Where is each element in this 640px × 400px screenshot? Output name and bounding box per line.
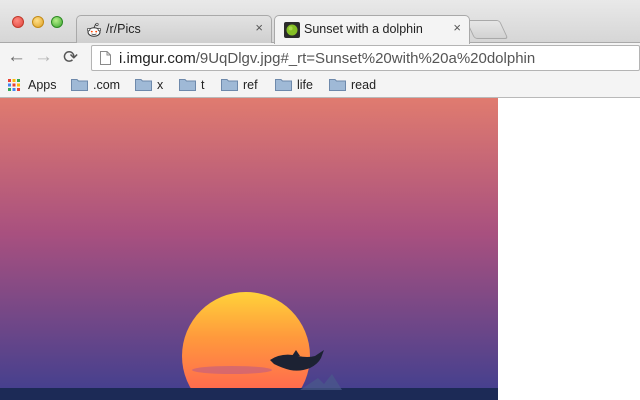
reddit-alien-icon xyxy=(86,22,102,37)
new-tab-button[interactable] xyxy=(465,20,509,39)
folder-icon xyxy=(329,79,346,91)
sea xyxy=(0,388,498,400)
url-text[interactable]: i.imgur.com/9UqDlgv.jpg#_rt=Sunset%20wit… xyxy=(119,50,535,67)
close-window-button[interactable] xyxy=(12,16,24,28)
zoom-window-button[interactable] xyxy=(51,16,63,28)
apps-shortcut[interactable]: Apps xyxy=(8,77,60,93)
sunset-dolphin-image[interactable] xyxy=(0,98,498,400)
tab-close-icon[interactable]: × xyxy=(453,20,461,35)
folder-icon xyxy=(221,79,238,91)
bookmark-label: x xyxy=(157,78,164,92)
tab-close-icon[interactable]: × xyxy=(255,20,263,35)
tab-title: /r/Pics xyxy=(106,22,141,36)
folder-icon xyxy=(179,79,196,91)
bookmark-label: .com xyxy=(93,78,121,92)
apps-grid-icon xyxy=(8,79,20,91)
bookmark-label: life xyxy=(297,78,313,92)
minimize-window-button[interactable] xyxy=(32,16,44,28)
page-icon xyxy=(100,51,111,65)
bookmark-folder-x[interactable]: x xyxy=(135,77,167,93)
tab-sunset-dolphin[interactable]: Sunset with a dolphin × xyxy=(274,15,470,44)
reload-icon[interactable]: ⟳ xyxy=(63,47,78,67)
bookmark-label: ref xyxy=(243,78,258,92)
bookmark-folder-read[interactable]: read xyxy=(329,77,379,93)
tab-reddit-pics[interactable]: /r/Pics × xyxy=(76,15,272,43)
address-bar[interactable]: i.imgur.com/9UqDlgv.jpg#_rt=Sunset%20wit… xyxy=(91,45,640,71)
imgur-favicon-icon xyxy=(284,22,300,38)
url-domain: i.imgur.com xyxy=(119,50,196,67)
bookmark-folder-com[interactable]: .com xyxy=(71,77,127,93)
forward-arrow-icon[interactable]: → xyxy=(34,47,53,67)
cloud-streak xyxy=(192,366,272,374)
title-bar: /r/Pics × Sunset with a dolphin × xyxy=(0,0,640,44)
apps-label: Apps xyxy=(28,78,57,92)
image-viewport xyxy=(0,98,498,400)
folder-icon xyxy=(275,79,292,91)
folder-icon xyxy=(71,79,88,91)
bookmark-label: t xyxy=(201,78,205,92)
bookmark-folder-life[interactable]: life xyxy=(275,77,321,93)
bookmark-folder-ref[interactable]: ref xyxy=(221,77,265,93)
bookmark-folder-t[interactable]: t xyxy=(179,77,211,93)
url-path: /9UqDlgv.jpg#_rt=Sunset%20with%20a%20dol… xyxy=(195,50,536,67)
bookmark-label: read xyxy=(351,78,377,92)
back-arrow-icon[interactable]: ← xyxy=(7,47,26,67)
tab-title: Sunset with a dolphin xyxy=(304,22,423,36)
folder-icon xyxy=(135,79,152,91)
bookmarks-bar: Apps .com x t ref life read xyxy=(0,72,640,98)
